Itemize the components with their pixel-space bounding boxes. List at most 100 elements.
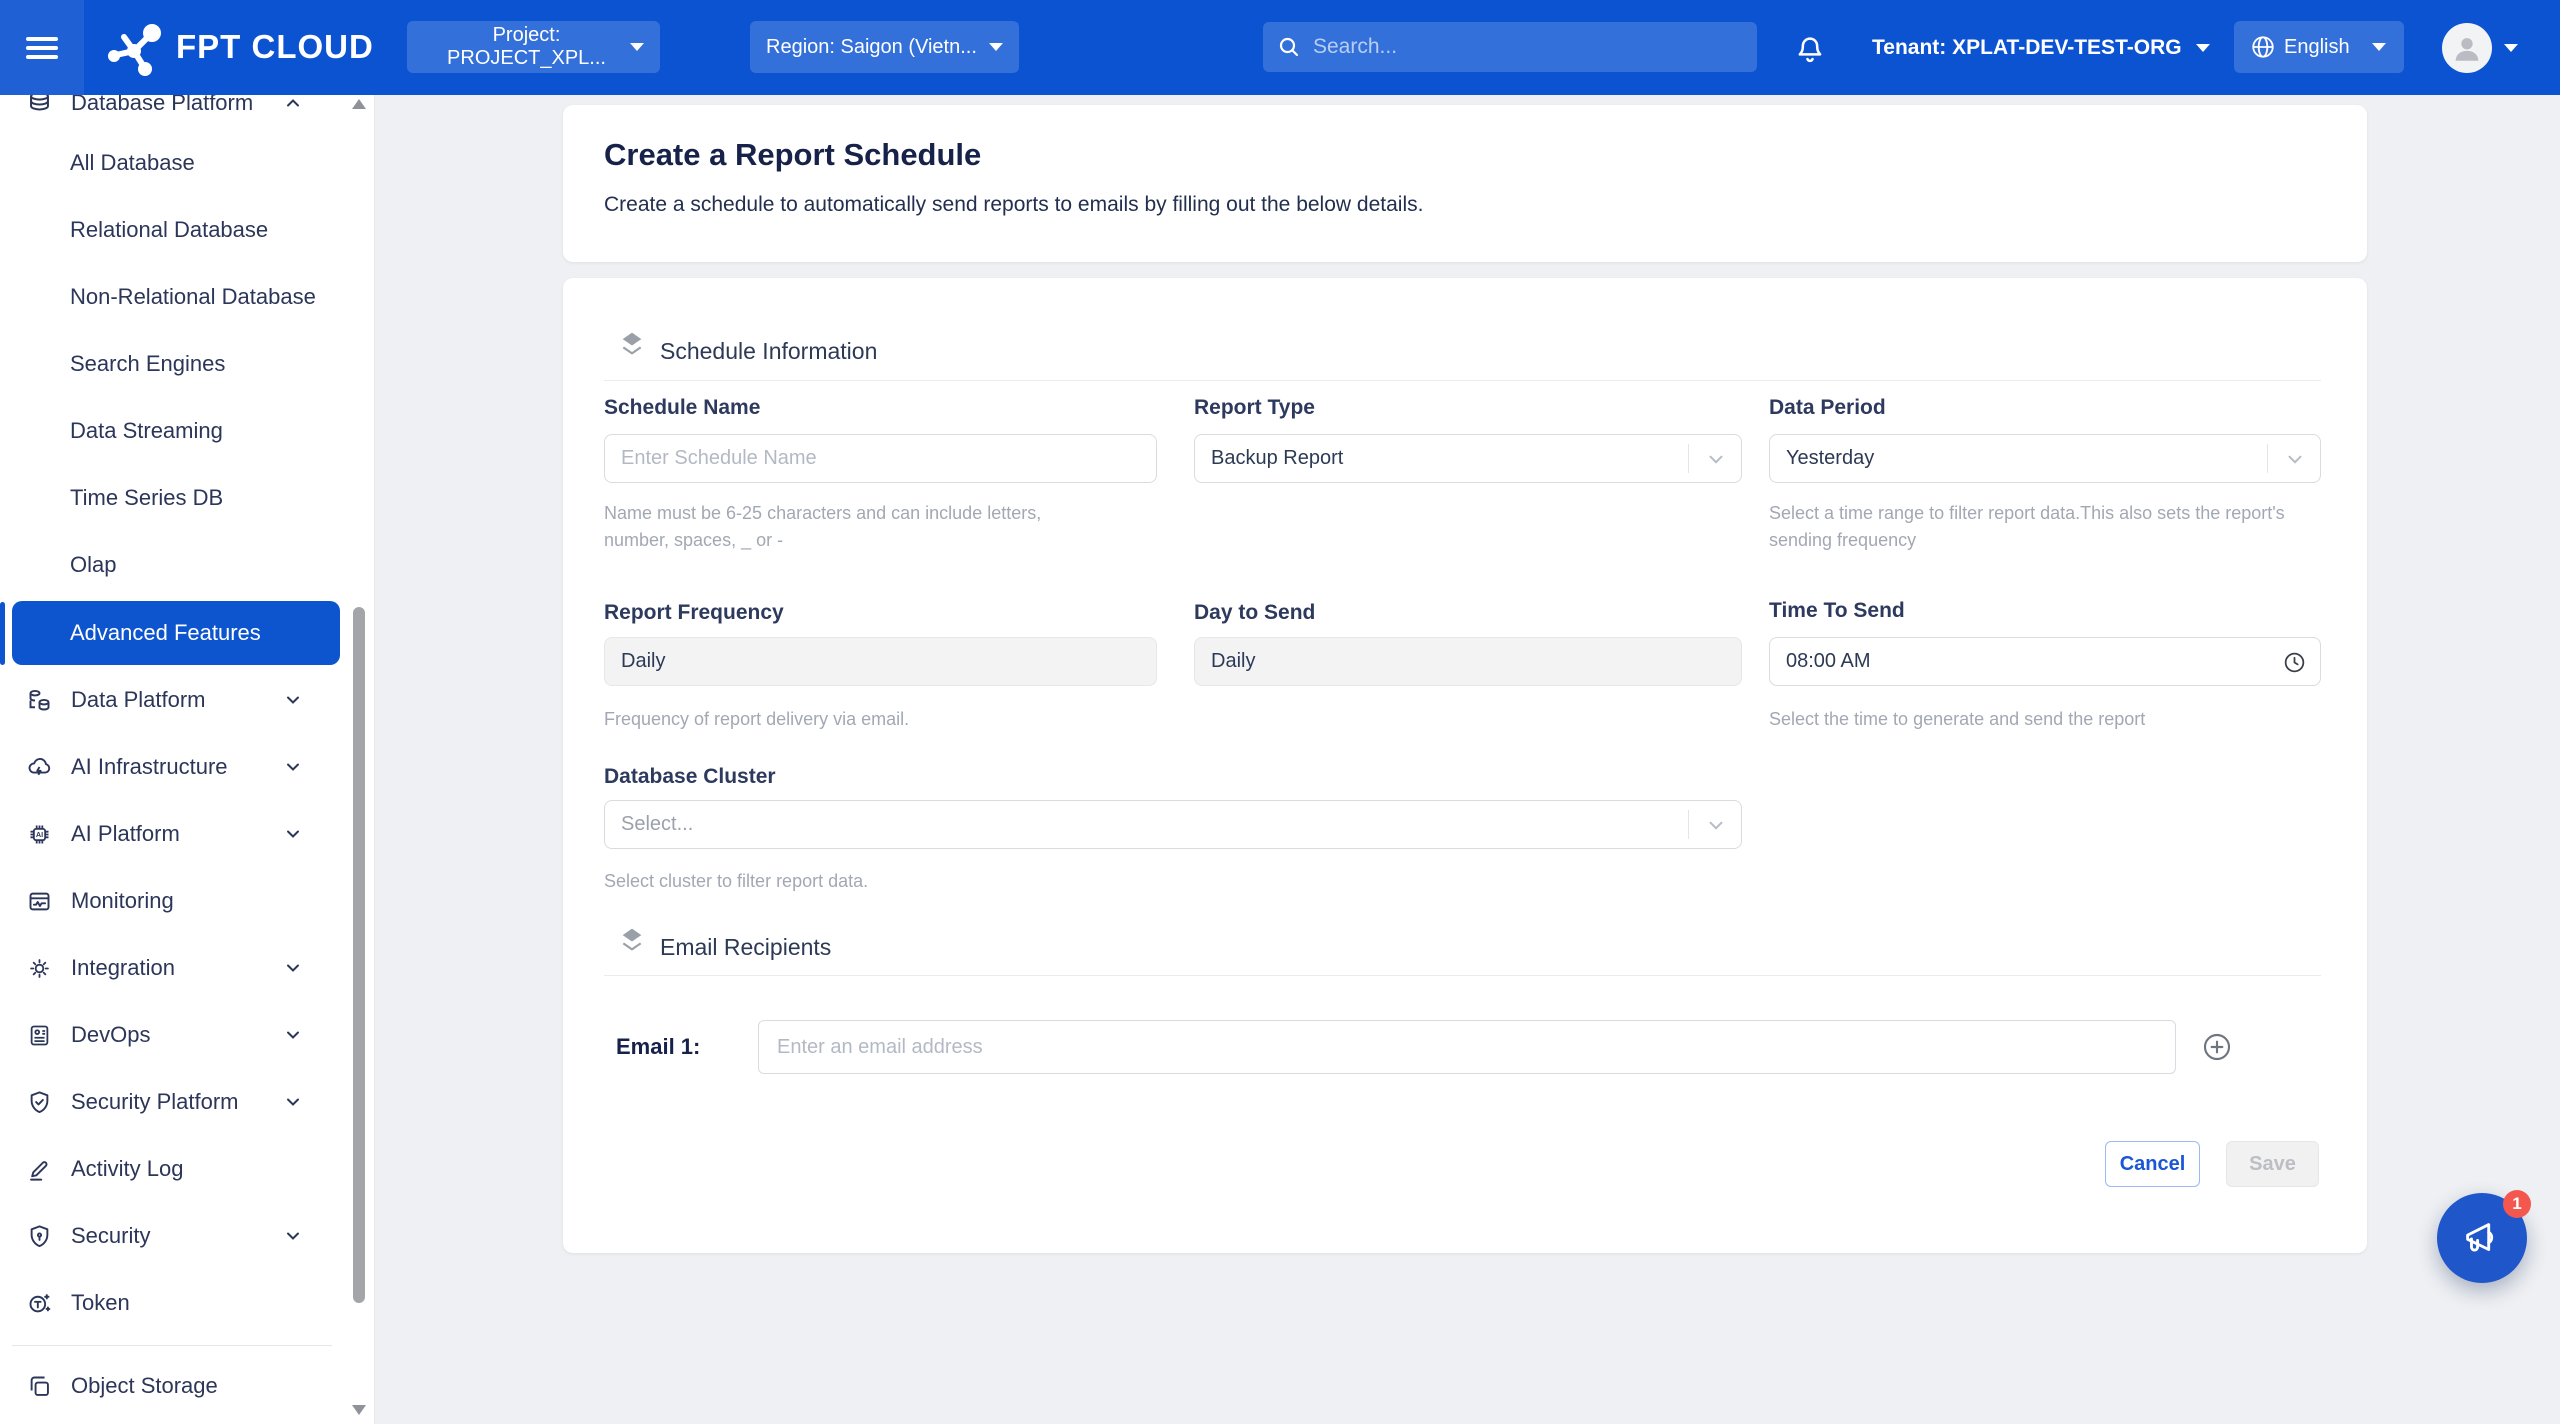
- sidebar-item-object-storage[interactable]: Object Storage: [0, 1354, 345, 1418]
- caret-down-icon: [2504, 44, 2518, 52]
- sidebar-scroll-down-arrow[interactable]: [352, 1405, 366, 1415]
- app-root: FPT CLOUD Project: PROJECT_XPL... Region…: [0, 0, 2560, 1424]
- database-cluster-helper: Select cluster to filter report data.: [604, 868, 1204, 895]
- active-item-indicator: [0, 602, 5, 665]
- chevron-down-icon: [283, 1226, 303, 1246]
- schedule-name-helper: Name must be 6-25 characters and can inc…: [604, 500, 1084, 554]
- sidebar-toggle-button[interactable]: [0, 0, 84, 95]
- sidebar-item-olap[interactable]: Olap: [0, 533, 345, 597]
- database-cluster-select[interactable]: Select...: [604, 800, 1742, 849]
- ai-platform-icon: AI: [26, 821, 53, 848]
- sidebar-item-integration[interactable]: Integration: [0, 936, 345, 1000]
- announcements-fab[interactable]: 1: [2437, 1193, 2527, 1283]
- sidebar-item-ai-platform[interactable]: AI AI Platform: [0, 802, 345, 866]
- sidebar-item-token[interactable]: Token: [0, 1271, 345, 1335]
- language-label: English: [2284, 36, 2350, 59]
- search-input[interactable]: [1313, 35, 1743, 59]
- sidebar-item-database-platform[interactable]: Database Platform: [0, 95, 345, 135]
- integration-icon: [26, 955, 53, 982]
- time-to-send-input[interactable]: [1769, 637, 2321, 686]
- sidebar-item-ai-infrastructure[interactable]: AI Infrastructure: [0, 735, 345, 799]
- chevron-down-icon: [1705, 448, 1727, 470]
- sidebar-item-data-streaming[interactable]: Data Streaming: [0, 399, 345, 463]
- email-1-input[interactable]: [758, 1020, 2176, 1074]
- sidebar-item-relational-database[interactable]: Relational Database: [0, 198, 345, 262]
- sidebar-item-non-relational-database[interactable]: Non-Relational Database: [0, 265, 345, 329]
- monitoring-icon: [26, 888, 53, 915]
- sidebar-item-devops[interactable]: DevOps: [0, 1003, 345, 1067]
- brand-name: FPT CLOUD: [176, 28, 374, 66]
- sidebar-item-security-platform[interactable]: Security Platform: [0, 1070, 345, 1134]
- global-search: [1263, 22, 1757, 72]
- time-to-send-label: Time To Send: [1769, 599, 1905, 623]
- tenant-selector[interactable]: Tenant: XPLAT-DEV-TEST-ORG: [1872, 0, 2210, 95]
- svg-text:AI: AI: [36, 829, 43, 838]
- section-divider: [604, 380, 2321, 381]
- caret-down-icon: [989, 43, 1003, 51]
- page-title: Create a Report Schedule: [604, 137, 981, 173]
- cancel-button[interactable]: Cancel: [2105, 1141, 2200, 1187]
- notifications-bell-button[interactable]: [1788, 26, 1832, 70]
- sidebar-scrollbar-thumb[interactable]: [353, 607, 365, 1303]
- day-to-send-label: Day to Send: [1194, 601, 1315, 625]
- brand-logo[interactable]: FPT CLOUD: [104, 12, 374, 82]
- data-period-helper: Select a time range to filter report dat…: [1769, 500, 2289, 554]
- chevron-down-icon: [2284, 448, 2306, 470]
- sidebar-scroll-up-arrow[interactable]: [352, 99, 366, 109]
- language-selector[interactable]: English: [2234, 21, 2404, 73]
- sidebar-item-activity-log[interactable]: Activity Log: [0, 1137, 345, 1201]
- chevron-down-icon: [283, 1092, 303, 1112]
- megaphone-icon: [2459, 1215, 2505, 1261]
- report-type-value: Backup Report: [1211, 447, 1343, 470]
- email-1-label: Email 1:: [616, 1034, 700, 1060]
- region-selector[interactable]: Region: Saigon (Vietn...: [750, 21, 1019, 73]
- chevron-down-icon: [283, 958, 303, 978]
- data-period-select[interactable]: Yesterday: [1769, 434, 2321, 483]
- notification-badge: 1: [2503, 1190, 2531, 1218]
- main-content: Create a Report Schedule Create a schedu…: [375, 95, 2560, 1424]
- section-title-schedule-information: Schedule Information: [660, 338, 877, 365]
- section-divider: [604, 975, 2321, 976]
- data-period-value: Yesterday: [1786, 447, 1874, 470]
- sidebar-item-time-series-db[interactable]: Time Series DB: [0, 466, 345, 530]
- user-menu[interactable]: [2442, 0, 2518, 95]
- caret-down-icon: [630, 43, 644, 51]
- layers-icon: [616, 924, 648, 956]
- sidebar-divider: [12, 1345, 332, 1346]
- sidebar: Database Platform All Database Relationa…: [0, 95, 375, 1424]
- hamburger-icon: [26, 32, 58, 64]
- devops-icon: [26, 1022, 53, 1049]
- top-navbar: FPT CLOUD Project: PROJECT_XPL... Region…: [0, 0, 2560, 95]
- token-icon: [26, 1290, 53, 1317]
- schedule-name-input[interactable]: [604, 434, 1157, 483]
- report-type-select[interactable]: Backup Report: [1194, 434, 1742, 483]
- project-selector-label: Project: PROJECT_XPL...: [423, 24, 630, 70]
- chevron-up-icon: [283, 95, 303, 113]
- sidebar-item-monitoring[interactable]: Monitoring: [0, 869, 345, 933]
- add-email-button[interactable]: [2201, 1031, 2233, 1063]
- sidebar-item-data-platform[interactable]: Data Platform: [0, 668, 345, 732]
- chevron-down-icon: [283, 757, 303, 777]
- object-storage-icon: [26, 1373, 53, 1400]
- security-platform-icon: [26, 1089, 53, 1116]
- search-icon: [1277, 35, 1301, 59]
- region-selector-label: Region: Saigon (Vietn...: [766, 36, 977, 59]
- day-to-send-input: Daily: [1194, 637, 1742, 686]
- sidebar-item-search-engines[interactable]: Search Engines: [0, 332, 345, 396]
- sidebar-item-advanced-features[interactable]: Advanced Features: [12, 601, 340, 665]
- chevron-down-icon: [1705, 814, 1727, 836]
- ai-infrastructure-icon: [26, 754, 53, 781]
- save-button[interactable]: Save: [2226, 1141, 2319, 1187]
- time-to-send-helper: Select the time to generate and send the…: [1769, 706, 2309, 733]
- sidebar-item-all-database[interactable]: All Database: [0, 131, 345, 195]
- database-cluster-label: Database Cluster: [604, 765, 776, 789]
- sidebar-item-security[interactable]: Security: [0, 1204, 345, 1268]
- chevron-down-icon: [283, 1025, 303, 1045]
- chevron-down-icon: [283, 824, 303, 844]
- page-header-card: Create a Report Schedule Create a schedu…: [563, 105, 2367, 262]
- clock-icon: [2282, 650, 2307, 675]
- chevron-down-icon: [283, 690, 303, 710]
- report-schedule-form-card: Schedule Information Schedule Name Name …: [563, 278, 2367, 1253]
- project-selector[interactable]: Project: PROJECT_XPL...: [407, 21, 660, 73]
- data-platform-icon: [26, 687, 53, 714]
